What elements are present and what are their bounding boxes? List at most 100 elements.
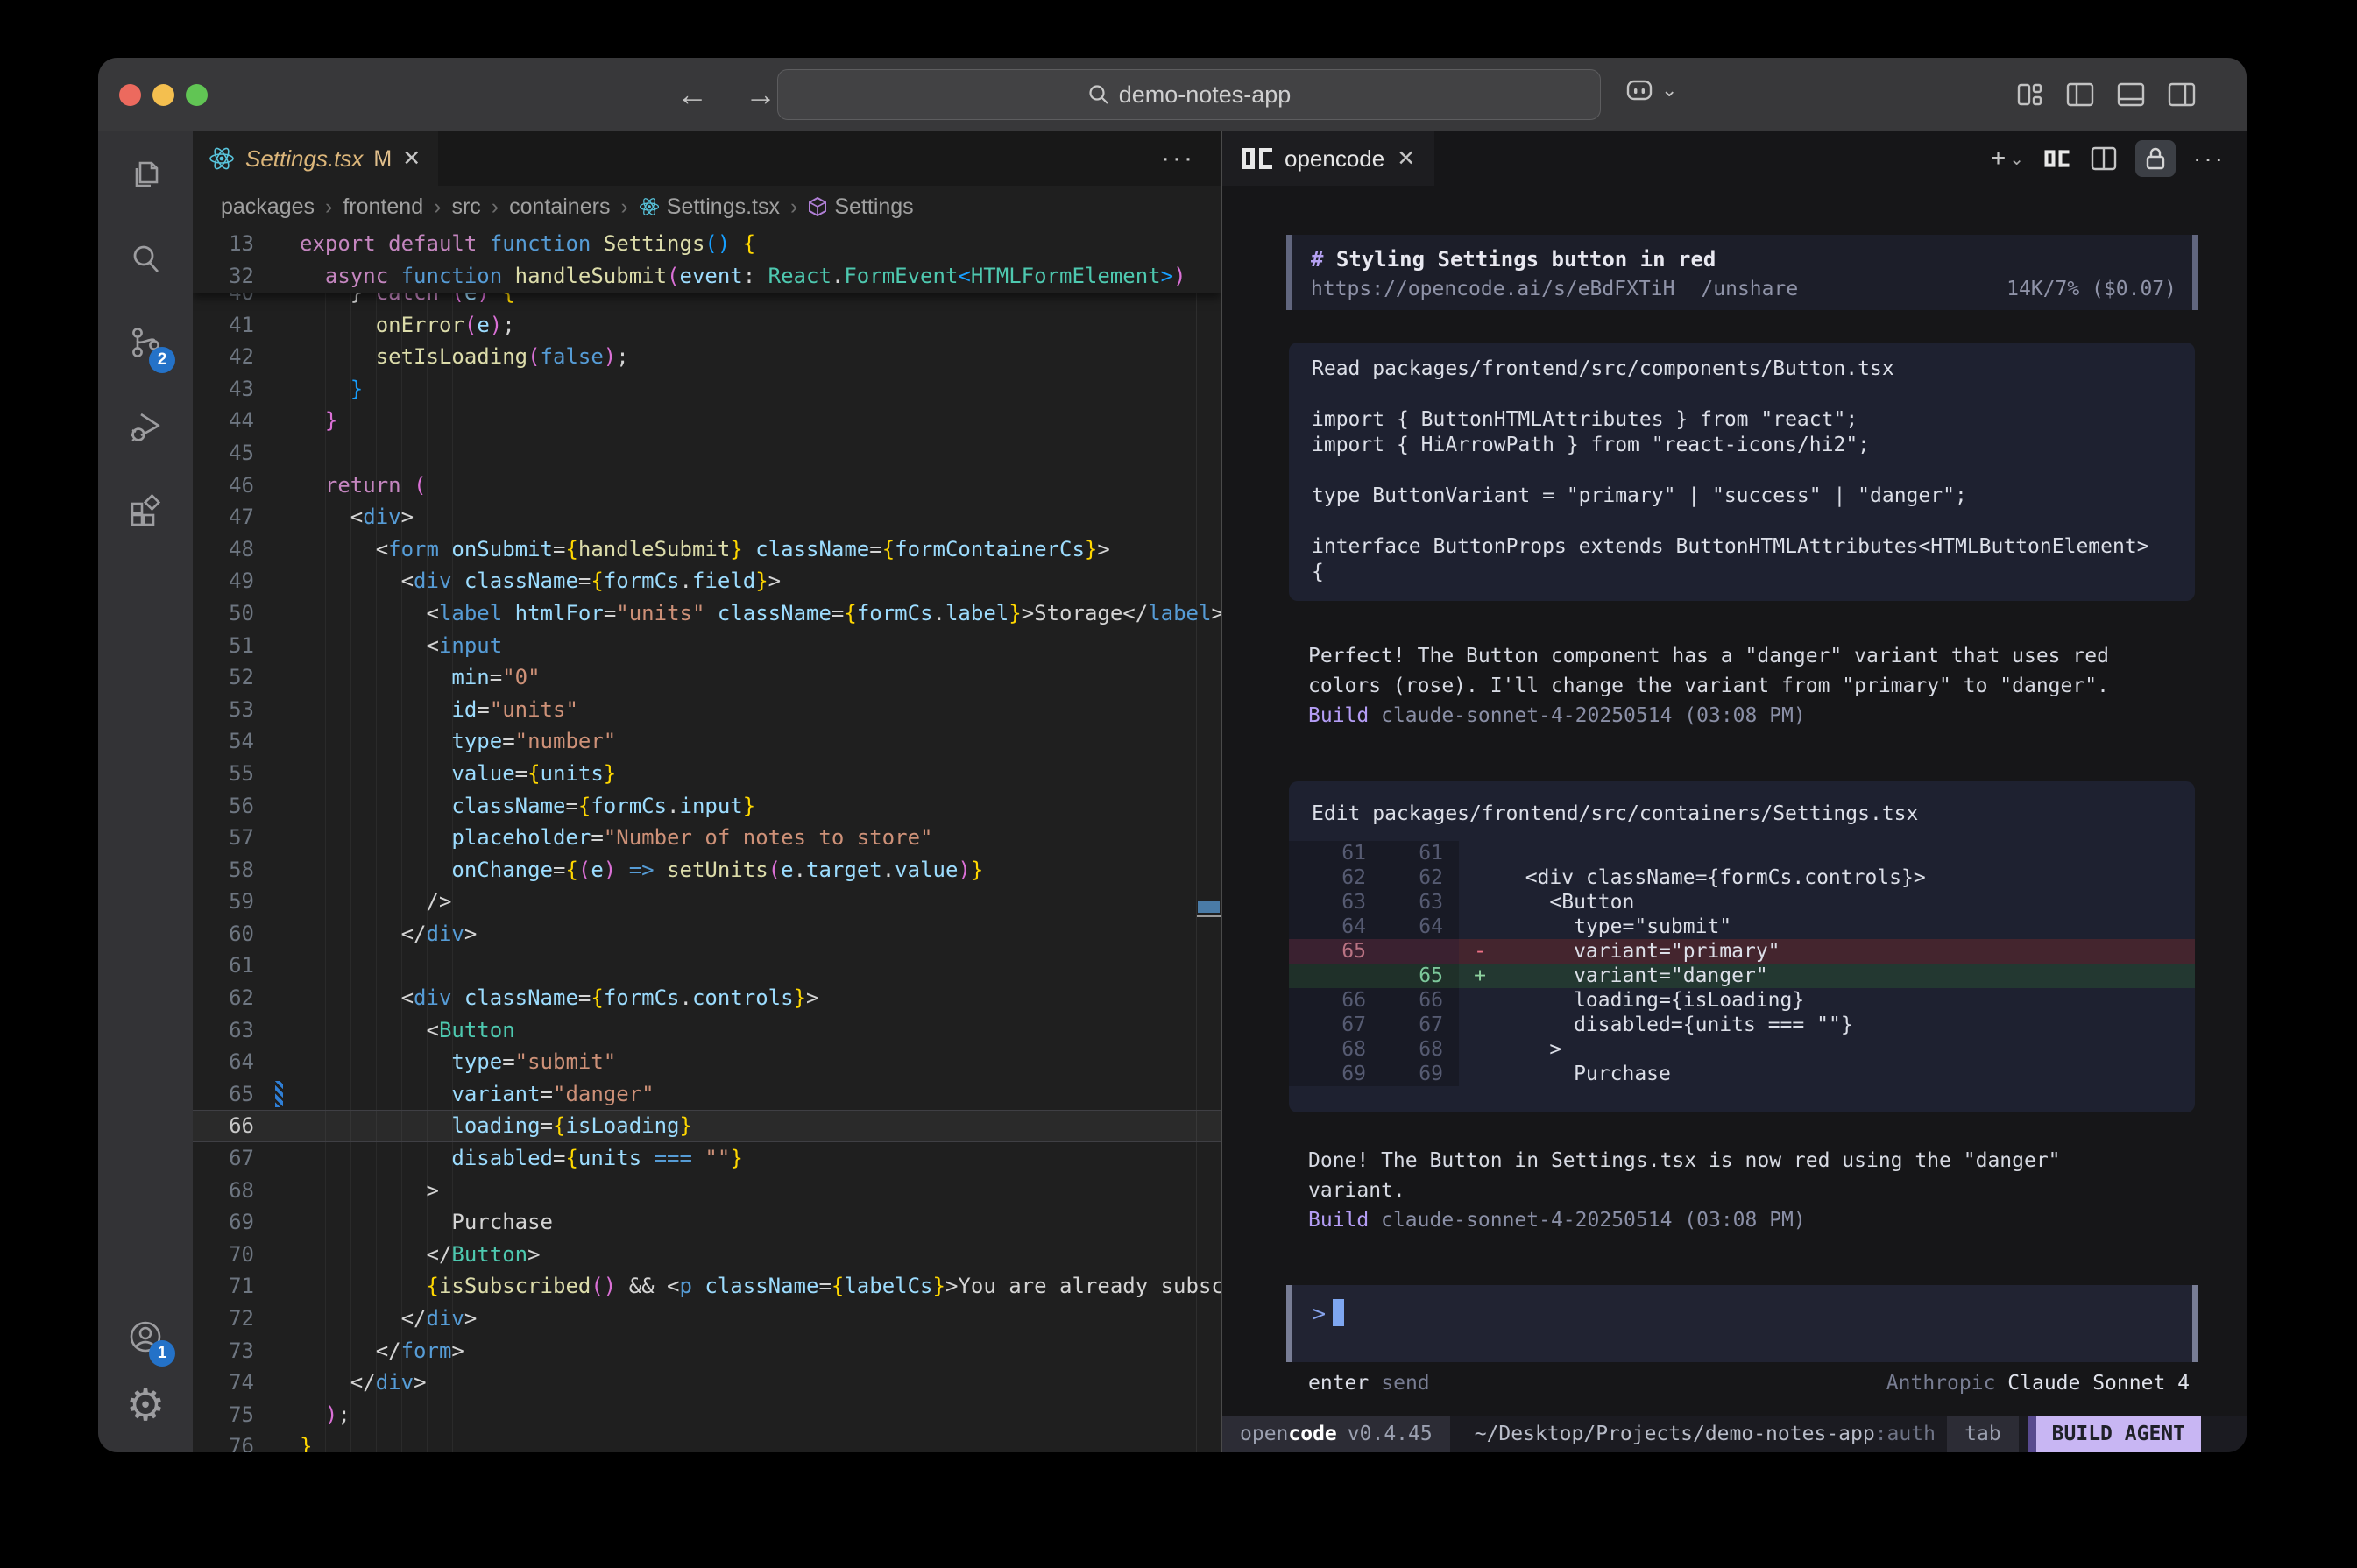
code-line-72[interactable]: 72 </div>	[193, 1303, 1221, 1335]
settings-gear-icon[interactable]: ⚙	[114, 1374, 177, 1437]
enter-hint: enter	[1308, 1370, 1369, 1396]
back-arrow-button[interactable]: ←	[676, 76, 708, 113]
code-line-56[interactable]: 56 className={formCs.input}	[193, 790, 1221, 823]
code-line-64[interactable]: 64 type="submit"	[193, 1046, 1221, 1078]
breadcrumb-item-containers[interactable]: containers	[509, 194, 610, 220]
run-debug-icon[interactable]	[114, 396, 177, 459]
code-line-59[interactable]: 59 />	[193, 886, 1221, 918]
breadcrumb-item-settings-tsx[interactable]: Settings.tsx	[639, 194, 780, 220]
opencode-logo-icon	[1242, 148, 1272, 169]
breadcrumb-item-frontend[interactable]: frontend	[343, 194, 423, 220]
session-share-url[interactable]: https://opencode.ai/s/eBdFXTiH	[1311, 275, 1674, 303]
code-line-13[interactable]: 13export default function Settings() {	[193, 228, 1221, 260]
code-line-68[interactable]: 68 >	[193, 1175, 1221, 1207]
code-line-60[interactable]: 60 </div>	[193, 918, 1221, 950]
line-number: 72	[193, 1303, 254, 1335]
code-line-66[interactable]: 66 loading={isLoading}	[193, 1110, 1221, 1142]
forward-arrow-button[interactable]: →	[745, 76, 776, 113]
code-line-48[interactable]: 48 <form onSubmit={handleSubmit} classNa…	[193, 533, 1221, 566]
screen: ← → demo-notes-app ⌄	[0, 0, 2357, 1568]
panel-more-actions[interactable]: ···	[2193, 145, 2226, 173]
code-line-49[interactable]: 49 <div className={formCs.field}>	[193, 565, 1221, 597]
code-line-73[interactable]: 73 </form>	[193, 1335, 1221, 1367]
zoom-traffic-light[interactable]	[186, 84, 208, 106]
breadcrumb-item-settings[interactable]: Settings	[808, 194, 913, 220]
code-line-62[interactable]: 62 <div className={formCs.controls}>	[193, 982, 1221, 1014]
code-line-52[interactable]: 52 min="0"	[193, 661, 1221, 694]
session-header: # Styling Settings button in red https:/…	[1286, 235, 2198, 310]
toggle-panel-icon[interactable]	[2115, 81, 2147, 109]
source-control-badge: 2	[149, 347, 175, 373]
code-line-53[interactable]: 53 id="units"	[193, 694, 1221, 726]
scrollbar-slider[interactable]	[1198, 901, 1220, 913]
search-sidebar-icon[interactable]	[114, 228, 177, 291]
code-line-61[interactable]: 61	[193, 950, 1221, 982]
line-number: 73	[193, 1335, 254, 1367]
breadcrumb-item-src[interactable]: src	[451, 194, 480, 220]
code-line-32[interactable]: 32 async function handleSubmit(event: Re…	[193, 260, 1221, 293]
code-line-47[interactable]: 47 <div>	[193, 501, 1221, 533]
code-line-58[interactable]: 58 onChange={(e) => setUnits(e.target.va…	[193, 854, 1221, 886]
line-number: 64	[193, 1046, 254, 1078]
code-line-57[interactable]: 57 placeholder="Number of notes to store…	[193, 822, 1221, 854]
breadcrumb[interactable]: packages›frontend›src›containers›Setting…	[193, 186, 1221, 228]
split-editor-icon[interactable]	[2090, 145, 2118, 172]
diff-row: 6969 Purchase	[1289, 1062, 2195, 1086]
tab-settings-tsx[interactable]: Settings.tsx M ✕	[193, 131, 438, 186]
code-line-43[interactable]: 43 }	[193, 373, 1221, 406]
code-line-42[interactable]: 42 setIsLoading(false);	[193, 341, 1221, 373]
code-line-54[interactable]: 54 type="number"	[193, 725, 1221, 758]
breadcrumb-item-packages[interactable]: packages	[221, 194, 315, 220]
text-cursor	[1333, 1299, 1344, 1326]
line-number: 70	[193, 1239, 254, 1271]
customize-layout-icon[interactable]	[2014, 81, 2045, 109]
model-selector[interactable]: Anthropic Claude Sonnet 4	[1886, 1370, 2190, 1396]
code-line-44[interactable]: 44 }	[193, 405, 1221, 437]
code-line-67[interactable]: 67 disabled={units === ""}	[193, 1142, 1221, 1175]
code-editor[interactable]: 40 } catch (e) {41 onError(e);42 setIsLo…	[193, 228, 1221, 1452]
line-number: 43	[193, 373, 254, 406]
command-center-search[interactable]: demo-notes-app	[777, 69, 1601, 120]
code-line-70[interactable]: 70 </Button>	[193, 1239, 1221, 1271]
code-line-51[interactable]: 51 <input	[193, 630, 1221, 662]
opencode-icon-button[interactable]	[2042, 148, 2072, 169]
accounts-icon[interactable]: 1	[114, 1305, 177, 1368]
agent-badge[interactable]: BUILD AGENT	[2028, 1416, 2201, 1452]
prompt-input[interactable]: >	[1286, 1285, 2198, 1362]
code-line-76[interactable]: 76}	[193, 1430, 1221, 1452]
explorer-icon[interactable]	[114, 144, 177, 207]
code-line-75[interactable]: 75 );	[193, 1399, 1221, 1431]
tab-opencode[interactable]: opencode ✕	[1222, 131, 1434, 186]
source-control-icon[interactable]: 2	[114, 312, 177, 375]
new-session-button[interactable]: +⌄	[1991, 144, 2024, 173]
line-number: 55	[193, 758, 254, 790]
editor-actions-dots[interactable]: ···	[1161, 131, 1195, 186]
code-line-71[interactable]: 71 {isSubscribed() && <p className={labe…	[193, 1270, 1221, 1303]
code-line-50[interactable]: 50 <label htmlFor="units" className={for…	[193, 597, 1221, 630]
copilot-menu[interactable]: ⌄	[1624, 77, 1677, 103]
code-line-69[interactable]: 69 Purchase	[193, 1206, 1221, 1239]
close-traffic-light[interactable]	[119, 84, 141, 106]
react-file-icon	[209, 145, 235, 172]
toggle-primary-sidebar-icon[interactable]	[2064, 81, 2096, 109]
code-line-45[interactable]: 45	[193, 437, 1221, 470]
read-card-line: interface ButtonProps extends ButtonHTML…	[1312, 534, 2195, 560]
code-line-63[interactable]: 63 <Button	[193, 1014, 1221, 1047]
overview-ruler-mark	[1197, 915, 1221, 917]
close-tab-icon[interactable]: ✕	[402, 145, 421, 172]
opencode-content: # Styling Settings button in red https:/…	[1222, 186, 2247, 1452]
code-line-46[interactable]: 46 return (	[193, 470, 1221, 502]
close-panel-tab-icon[interactable]: ✕	[1397, 145, 1415, 172]
code-line-74[interactable]: 74 </div>	[193, 1367, 1221, 1399]
read-card-line	[1312, 458, 2195, 484]
extensions-icon[interactable]	[114, 480, 177, 543]
panel-tab-bar: opencode ✕ +⌄	[1222, 131, 2247, 186]
line-number: 44	[193, 405, 254, 437]
unshare-command[interactable]: /unshare	[1701, 275, 1798, 303]
code-line-65[interactable]: 65 variant="danger"	[193, 1078, 1221, 1111]
code-line-41[interactable]: 41 onError(e);	[193, 309, 1221, 342]
minimize-traffic-light[interactable]	[152, 84, 174, 106]
code-line-55[interactable]: 55 value={units}	[193, 758, 1221, 790]
toggle-secondary-sidebar-icon[interactable]	[2166, 81, 2198, 109]
lock-editor-icon[interactable]	[2135, 140, 2176, 177]
